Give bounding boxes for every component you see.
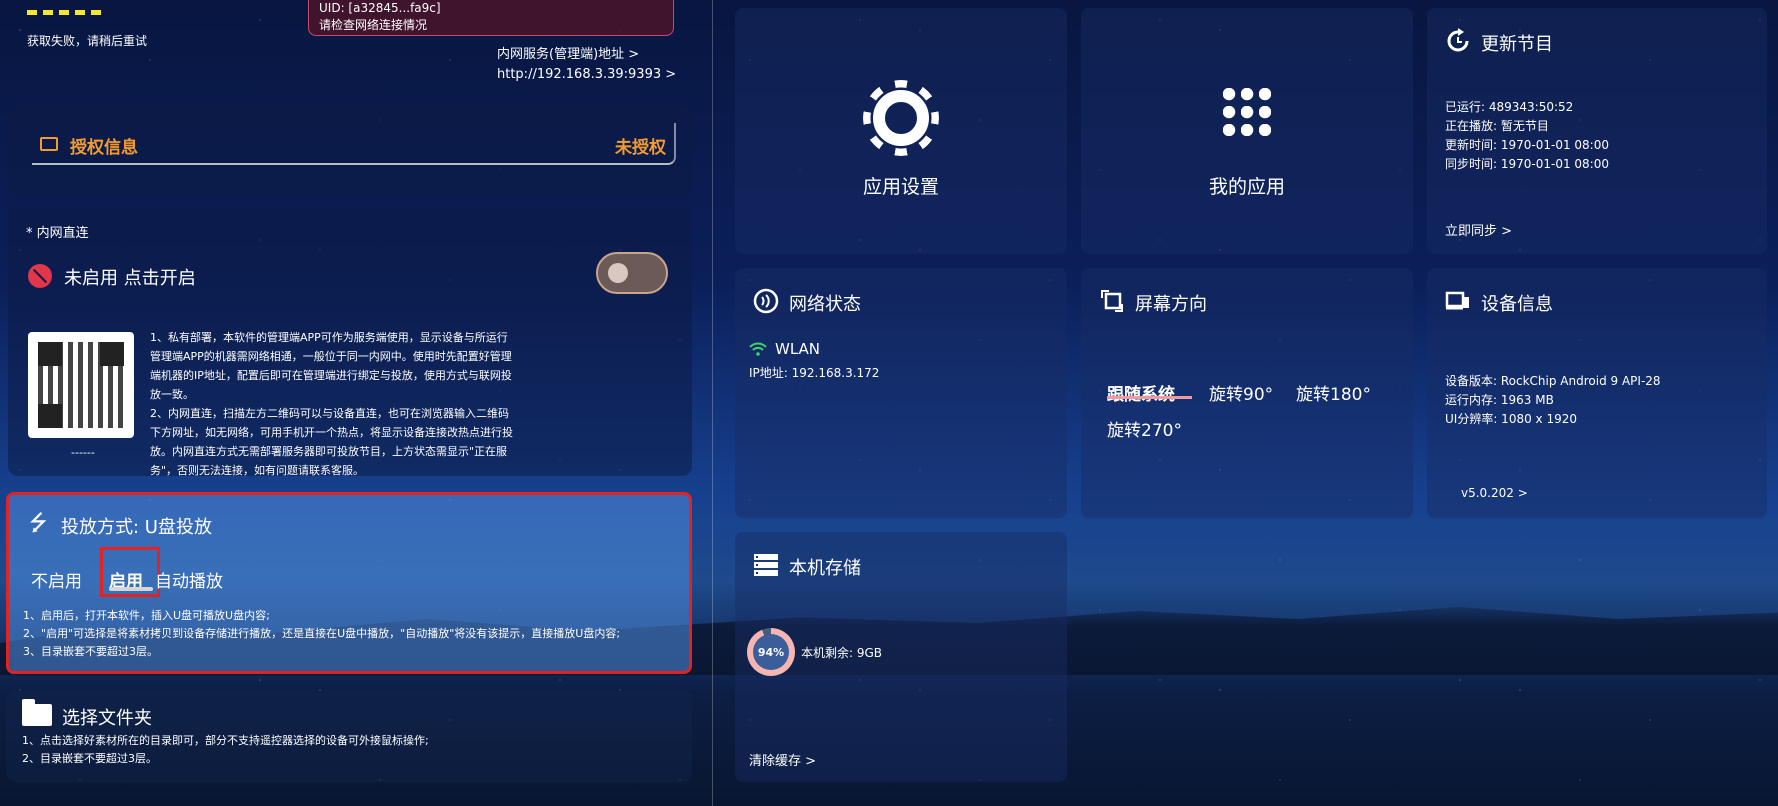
folder-title: 选择文件夹	[62, 708, 152, 729]
uid-line: UID: [a32845...fa9c]	[319, 1, 441, 15]
disabled-icon	[28, 264, 52, 288]
panel-divider	[712, 0, 713, 806]
update-info-line: 正在播放: 暂无节目	[1445, 119, 1549, 133]
app-grid-icon	[1223, 88, 1271, 136]
qr-code	[28, 332, 134, 438]
lan-toggle[interactable]	[596, 252, 668, 294]
auth-bar[interactable]: 授权信息 未授权	[32, 123, 676, 165]
uid-alert-box: UID: [a32845...fa9c] 请检查网络连接情况	[308, 0, 674, 36]
lan-desc-line: 下方网址，如无网络，可用手机开一个热点，将显示设备连接改热点进行投	[150, 426, 513, 439]
update-info-line: 更新时间: 1970-01-01 08:00	[1445, 138, 1609, 152]
lan-desc-line: 放一致。	[150, 388, 194, 401]
signal-icon	[753, 288, 779, 314]
rotation-270[interactable]: 旋转270°	[1107, 416, 1182, 441]
storage-remaining: 本机剩余: 9GB	[801, 646, 883, 660]
app-settings-tile[interactable]: 应用设置	[735, 8, 1067, 254]
select-folder-card[interactable]: 选择文件夹 1、点击选择好素材所在的目录即可，部分不支持遥控器选择的设备可外接鼠…	[6, 690, 692, 782]
update-program-tile[interactable]: 更新节目 已运行: 489343:50:52 正在播放: 暂无节目 更新时间: …	[1427, 8, 1767, 254]
update-info-line: 同步时间: 1970-01-01 08:00	[1445, 157, 1609, 171]
clear-cache-link[interactable]: 清除缓存 >	[749, 750, 816, 769]
folder-desc-line: 2、目录嵌套不要超过3层。	[22, 752, 157, 765]
rotation-90[interactable]: 旋转90°	[1209, 380, 1273, 405]
lan-desc-line: 端机器的IP地址，配置后即可在管理端进行绑定与投放，使用方式与联网投	[150, 369, 512, 382]
rotation-follow-system[interactable]: 跟随系统	[1107, 380, 1175, 405]
license-icon	[40, 137, 58, 151]
lan-desc-line: 管理端APP的机器需网络相通，一般位于同一内网中。使用时先配置好管理	[150, 350, 512, 363]
folder-description: 1、点击选择好素材所在的目录即可，部分不支持遥控器选择的设备可外接鼠标操作; 2…	[22, 732, 429, 768]
device-info-line: UI分辨率: 1080 x 1920	[1445, 412, 1577, 426]
lan-label: * 内网直连	[26, 226, 89, 241]
usb-option-autoplay[interactable]: 自动播放	[155, 567, 223, 592]
network-type: WLAN	[775, 340, 821, 358]
device-info-tile[interactable]: 设备信息 设备版本: RockChip Android 9 API-28 运行内…	[1427, 268, 1767, 518]
storage-title: 本机存储	[789, 558, 861, 579]
update-title: 更新节目	[1481, 34, 1553, 55]
device-title: 设备信息	[1481, 294, 1553, 315]
screen-orientation-tile: 屏幕方向 跟随系统 旋转90° 旋转180° 旋转270°	[1081, 268, 1413, 518]
ip-address: IP地址: 192.168.3.172	[749, 366, 880, 380]
lan-description: 1、私有部署，本软件的管理端APP可作为服务端使用，显示设备与所运行 管理端AP…	[150, 328, 550, 480]
app-settings-label: 应用设置	[862, 176, 939, 198]
auth-status: 未授权	[615, 138, 666, 158]
auth-card[interactable]: 授权信息 未授权	[8, 106, 692, 198]
lan-desc-line: 务"，否则无法连接，如有问题请联系客服。	[150, 464, 365, 477]
wifi-icon	[749, 342, 767, 356]
rotation-180[interactable]: 旋转180°	[1296, 380, 1371, 405]
rotation-underline	[1107, 396, 1192, 399]
qr-caption: ------	[71, 446, 95, 459]
rotation-title: 屏幕方向	[1135, 294, 1207, 315]
storage-icon	[754, 554, 778, 576]
gear-icon	[873, 90, 929, 146]
devices-icon	[1445, 291, 1469, 310]
update-info: 已运行: 489343:50:52 正在播放: 暂无节目 更新时间: 1970-…	[1445, 98, 1609, 174]
sync-now-link[interactable]: 立即同步 >	[1445, 220, 1512, 239]
network-title: 网络状态	[789, 294, 861, 315]
my-apps-tile[interactable]: 我的应用	[1081, 8, 1413, 254]
usb-title: 投放方式: U盘投放	[61, 517, 212, 538]
auth-title: 授权信息	[70, 138, 138, 158]
usb-icon: ⭍	[29, 511, 48, 536]
usb-playback-card: ⭍ 投放方式: U盘投放 不启用 启用 自动播放 1、启用后，打开本软件，插入U…	[6, 492, 692, 674]
loading-dash-indicator	[27, 10, 107, 15]
option-underline	[109, 587, 153, 591]
my-apps-label: 我的应用	[1208, 176, 1285, 198]
storage-percent: 94%	[753, 634, 789, 670]
lan-direct-card: * 内网直连 未启用 点击开启 ------ 1、私有部署，本软件的管理端APP…	[8, 206, 692, 477]
usb-desc-line: 3、目录嵌套不要超过3层。	[23, 645, 158, 658]
storage-usage-ring: 94%	[747, 628, 795, 676]
intranet-url-link[interactable]: http://192.168.3.39:9393 >	[497, 64, 676, 85]
version-link[interactable]: v5.0.202 >	[1461, 486, 1528, 500]
local-storage-tile[interactable]: 本机存储 94% 本机剩余: 9GB 清除缓存 >	[735, 532, 1067, 782]
usb-desc-line: 2、"启用"可选择是将素材拷贝到设备存储进行播放，还是直接在U盘中播放，"自动播…	[23, 627, 621, 640]
device-info-line: 运行内存: 1963 MB	[1445, 393, 1554, 407]
lan-desc-line: 1、私有部署，本软件的管理端APP可作为服务端使用，显示设备与所运行	[150, 331, 508, 344]
usb-desc-line: 1、启用后，打开本软件，插入U盘可播放U盘内容;	[23, 609, 270, 622]
usb-description: 1、启用后，打开本软件，插入U盘可播放U盘内容; 2、"启用"可选择是将素材拷贝…	[23, 607, 620, 661]
lan-desc-line: 2、内网直连，扫描左方二维码可以与设备直连，也可在浏览器输入二维码	[150, 407, 509, 420]
rotate-screen-icon	[1101, 290, 1123, 312]
toggle-knob	[608, 263, 628, 283]
refresh-icon	[1447, 28, 1469, 52]
device-info-line: 设备版本: RockChip Android 9 API-28	[1445, 374, 1661, 388]
network-status-tile[interactable]: 网络状态 WLAN IP地址: 192.168.3.172	[735, 268, 1067, 518]
device-info: 设备版本: RockChip Android 9 API-28 运行内存: 19…	[1445, 372, 1661, 429]
fetch-failed-text: 获取失败，请稍后重试	[27, 34, 148, 48]
lan-status[interactable]: 未启用 点击开启	[64, 264, 196, 290]
update-info-line: 已运行: 489343:50:52	[1445, 100, 1574, 114]
network-hint: 请检查网络连接情况	[319, 18, 428, 32]
folder-icon	[22, 699, 52, 726]
usb-option-disable[interactable]: 不启用	[31, 567, 82, 592]
intranet-service-link[interactable]: 内网服务(管理端)地址 >	[497, 44, 639, 65]
lan-desc-line: 放。内网直连方式无需部署服务器即可投放节目，上方状态需显示"正在服	[150, 445, 508, 458]
folder-desc-line: 1、点击选择好素材所在的目录即可，部分不支持遥控器选择的设备可外接鼠标操作;	[22, 734, 429, 747]
